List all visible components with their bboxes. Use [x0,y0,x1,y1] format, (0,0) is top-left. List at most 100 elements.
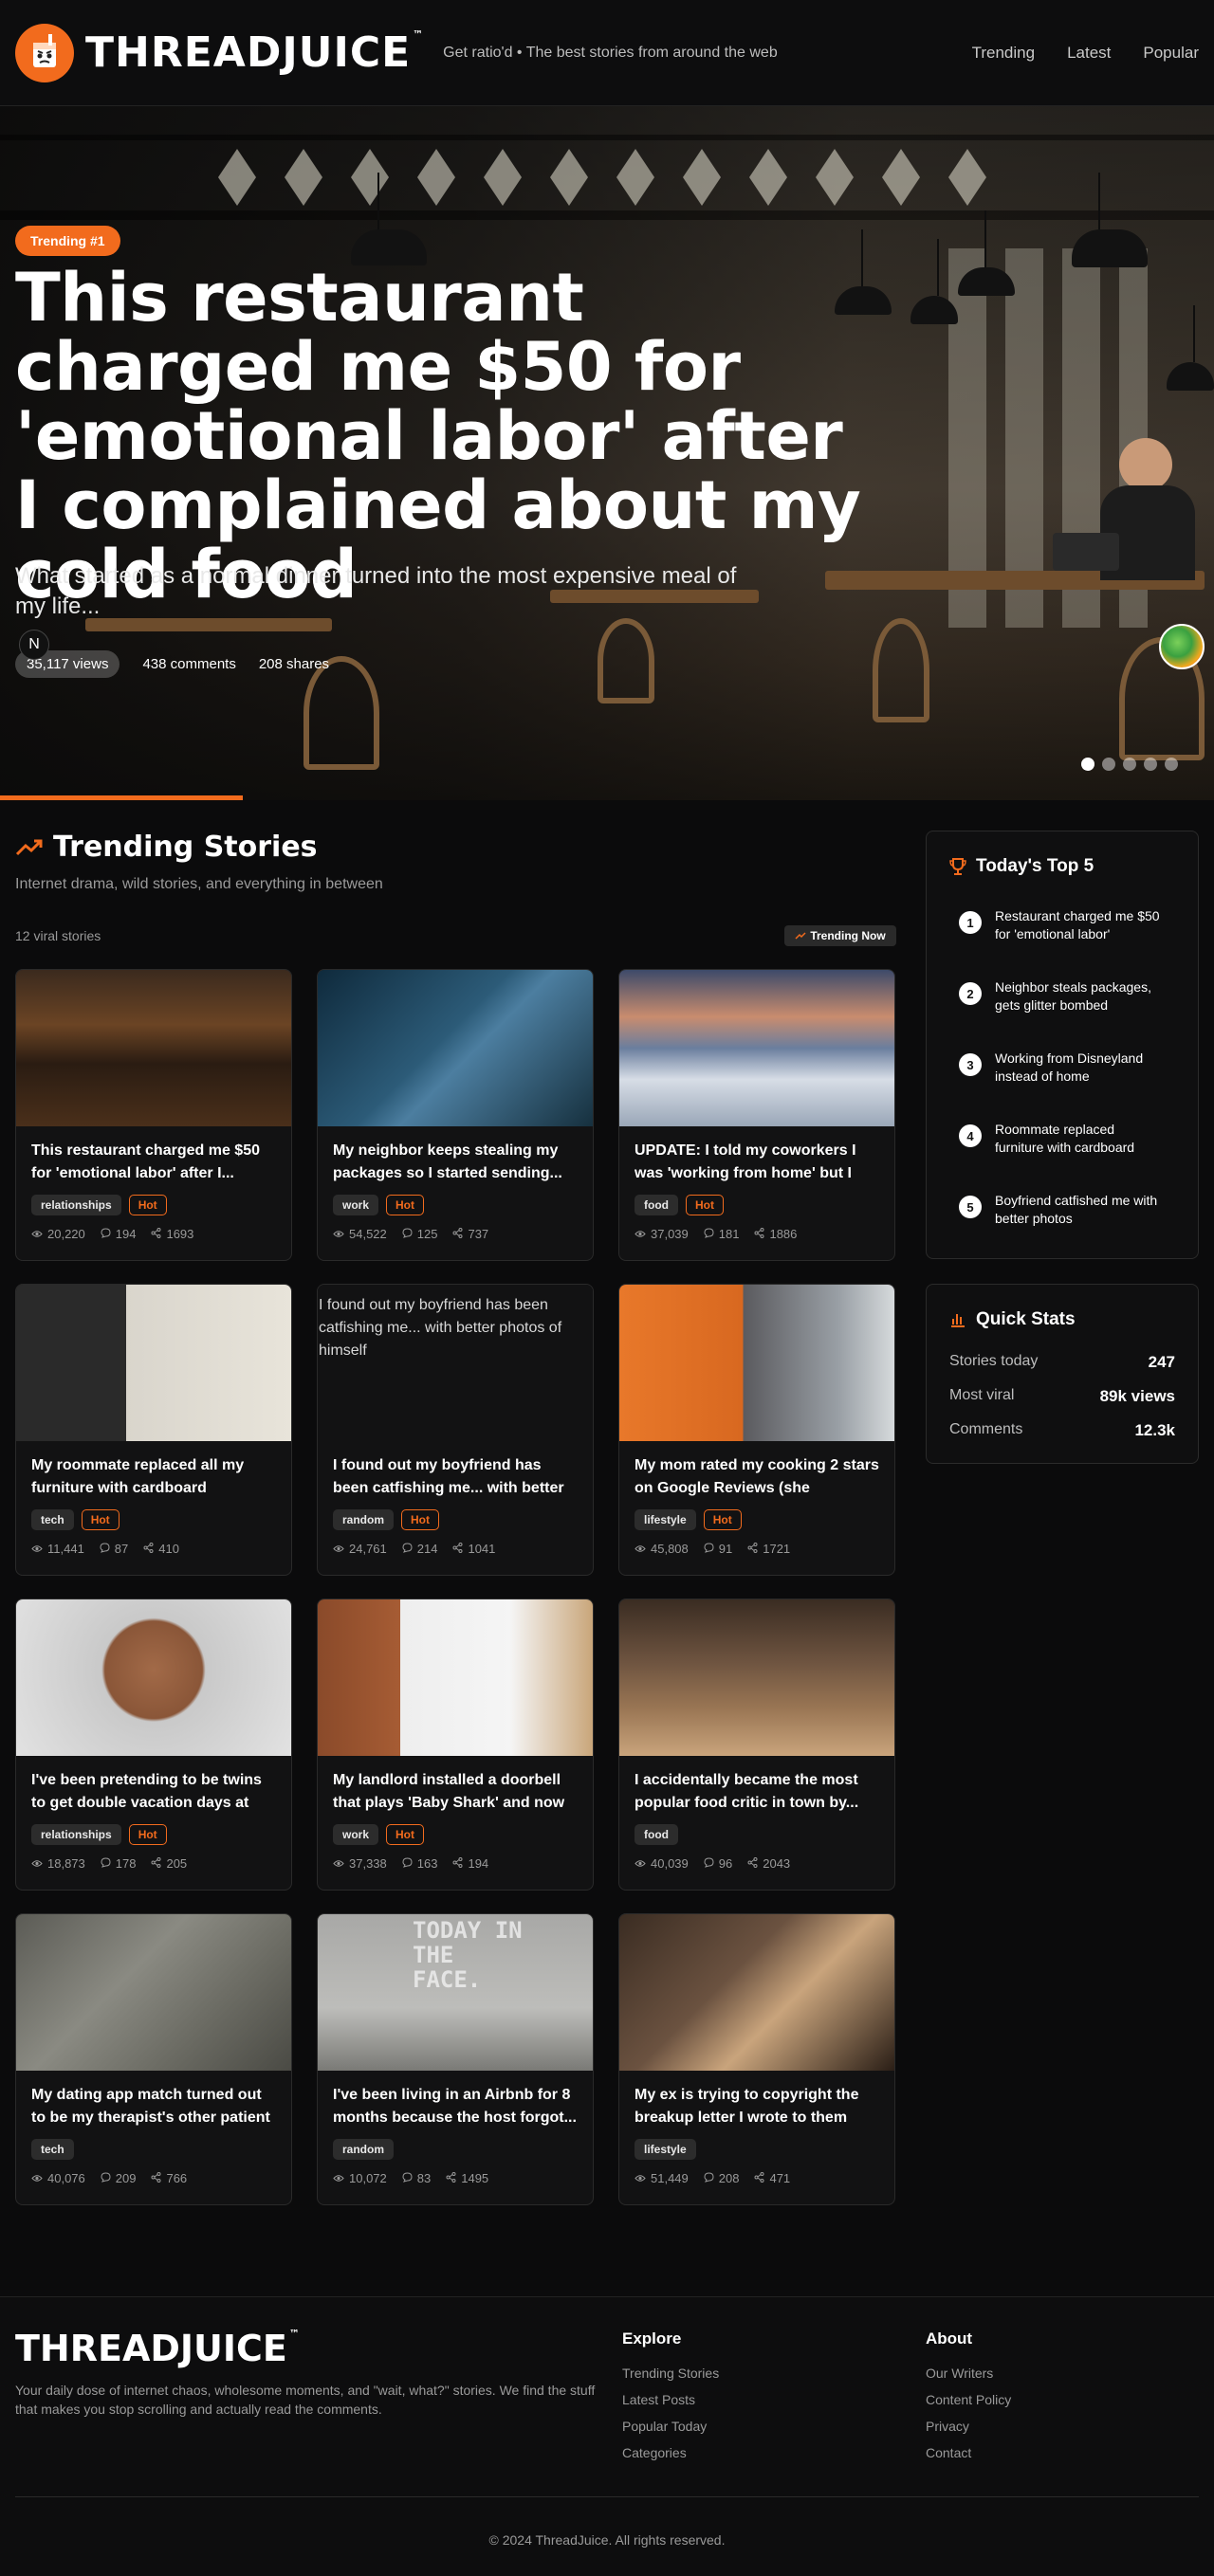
category-tag[interactable]: work [333,1195,379,1215]
category-tag[interactable]: tech [31,2139,74,2160]
story-comments: 83 [402,2171,431,2185]
top5-item[interactable]: 4 Roommate replaced furniture with cardbo… [959,1121,1166,1157]
stat-value: 247 [1148,1353,1175,1371]
footer-link[interactable]: Trending Stories [622,2366,719,2381]
comment-icon [100,1542,110,1556]
nav-latest[interactable]: Latest [1067,44,1111,63]
story-thumbnail[interactable] [318,1599,593,1756]
category-tag[interactable]: lifestyle [635,2139,696,2160]
story-thumbnail[interactable] [16,970,291,1126]
top5-item-title[interactable]: Boyfriend catfished me with better photo… [995,1192,1166,1228]
top5-item[interactable]: 5 Boyfriend catfished me with better phot… [959,1192,1166,1228]
story-thumbnail[interactable] [16,1285,291,1441]
story-title[interactable]: My neighbor keeps stealing my packages s… [333,1140,578,1185]
story-thumbnail[interactable] [619,1914,894,2071]
footer-link[interactable]: Privacy [926,2419,1011,2434]
stat-value: 24,761 [349,1542,387,1556]
top5-item-title[interactable]: Restaurant charged me $50 for 'emotional… [995,907,1166,943]
footer-link[interactable]: Popular Today [622,2419,719,2434]
footer-link[interactable]: Our Writers [926,2366,1011,2381]
nav-trending[interactable]: Trending [972,44,1035,63]
eye-icon [31,1227,43,1241]
category-tag[interactable]: relationships [31,1824,121,1845]
category-tag[interactable]: random [333,2139,395,2160]
story-card[interactable]: My ex is trying to copyright the breakup… [618,1913,895,2205]
story-title[interactable]: I found out my boyfriend has been catfis… [333,1454,578,1500]
story-title[interactable]: UPDATE: I told my coworkers I was 'worki… [635,1140,879,1185]
story-title[interactable]: My mom rated my cooking 2 stars on Googl… [635,1454,879,1500]
footer-link[interactable]: Content Policy [926,2392,1011,2407]
story-card[interactable]: TODAY IN THE FACE. I've been living in an… [317,1913,594,2205]
category-tag[interactable]: work [333,1824,379,1845]
story-views: 51,449 [635,2171,689,2185]
category-tag[interactable]: food [635,1195,678,1215]
story-title[interactable]: My roommate replaced all my furniture wi… [31,1454,276,1500]
footer-logo[interactable]: THREADJUICE ™ [15,2328,300,2369]
story-thumbnail[interactable] [16,1914,291,2071]
story-title[interactable]: My dating app match turned out to be my … [31,2084,276,2129]
share-icon [754,1227,764,1241]
author-avatar[interactable]: N [19,630,49,660]
story-thumbnail[interactable] [619,970,894,1126]
hot-badge: Hot [128,1824,167,1845]
eye-icon [31,1542,43,1556]
carousel-dot-4[interactable] [1144,758,1157,771]
story-card[interactable]: I've been pretending to be twins to get … [15,1599,292,1891]
story-thumbnail[interactable] [16,1599,291,1756]
category-tag[interactable]: lifestyle [635,1509,696,1530]
carousel-dot-5[interactable] [1165,758,1178,771]
story-card[interactable]: My landlord installed a doorbell that pl… [317,1599,594,1891]
story-title[interactable]: I've been pretending to be twins to get … [31,1769,276,1815]
share-icon [452,1856,463,1871]
top5-item[interactable]: 2 Neighbor steals packages, gets glitter … [959,978,1166,1014]
story-thumbnail[interactable]: TODAY IN THE FACE. [318,1914,593,2071]
story-thumbnail[interactable] [619,1599,894,1756]
top5-item-title[interactable]: Neighbor steals packages, gets glitter b… [995,978,1166,1014]
stat-value: 40,039 [651,1856,689,1871]
category-tag[interactable]: tech [31,1509,74,1530]
story-title[interactable]: This restaurant charged me $50 for 'emot… [31,1140,276,1185]
story-thumbnail[interactable] [318,970,593,1126]
footer-link[interactable]: Latest Posts [622,2392,719,2407]
story-title[interactable]: My ex is trying to copyright the breakup… [635,2084,879,2129]
carousel-dot-2[interactable] [1102,758,1115,771]
story-comments: 163 [402,1856,437,1871]
top5-item-title[interactable]: Roommate replaced furniture with cardboa… [995,1121,1166,1157]
story-card[interactable]: I accidentally became the most popular f… [618,1599,895,1891]
story-card[interactable]: My neighbor keeps stealing my packages s… [317,969,594,1261]
nav-popular[interactable]: Popular [1143,44,1199,63]
category-tag[interactable]: food [635,1824,678,1845]
story-card[interactable]: My roommate replaced all my furniture wi… [15,1284,292,1576]
eye-icon [333,1542,344,1556]
story-card[interactable]: My mom rated my cooking 2 stars on Googl… [618,1284,895,1576]
site-logo[interactable]: THREADJUICE ™ [85,28,424,77]
hero-carousel[interactable]: Trending #1 This restaurant charged me $… [0,106,1214,800]
stat-value: 1721 [763,1542,791,1556]
hero-title[interactable]: This restaurant charged me $50 for 'emot… [15,264,888,610]
top5-item[interactable]: 1 Restaurant charged me $50 for 'emotiona… [959,907,1166,943]
carousel-dot-1[interactable] [1081,758,1094,771]
footer-copyright: © 2024 ThreadJuice. All rights reserved. [488,2532,726,2548]
story-thumbnail[interactable]: I found out my boyfriend has been catfis… [318,1285,593,1441]
footer-link[interactable]: Contact [926,2445,1011,2460]
rank-number: 2 [959,982,982,1005]
category-tag[interactable]: relationships [31,1195,121,1215]
story-card[interactable]: UPDATE: I told my coworkers I was 'worki… [618,969,895,1261]
story-card[interactable]: I found out my boyfriend has been catfis… [317,1284,594,1576]
story-card[interactable]: This restaurant charged me $50 for 'emot… [15,969,292,1261]
story-title[interactable]: I accidentally became the most popular f… [635,1769,879,1815]
stat-value: 766 [166,2171,188,2185]
story-title[interactable]: My landlord installed a doorbell that pl… [333,1769,578,1815]
footer-link[interactable]: Categories [622,2445,719,2460]
story-thumbnail[interactable] [619,1285,894,1441]
logo-mascot-icon[interactable] [15,23,74,82]
stat-value: 1041 [468,1542,496,1556]
floating-avatar-icon[interactable] [1159,624,1205,669]
top5-item[interactable]: 3 Working from Disneyland instead of home [959,1050,1166,1086]
carousel-dot-3[interactable] [1123,758,1136,771]
category-tag[interactable]: random [333,1509,395,1530]
top5-item-title[interactable]: Working from Disneyland instead of home [995,1050,1166,1086]
story-card[interactable]: My dating app match turned out to be my … [15,1913,292,2205]
story-shares: 766 [151,2171,187,2185]
story-title[interactable]: I've been living in an Airbnb for 8 mont… [333,2084,578,2129]
